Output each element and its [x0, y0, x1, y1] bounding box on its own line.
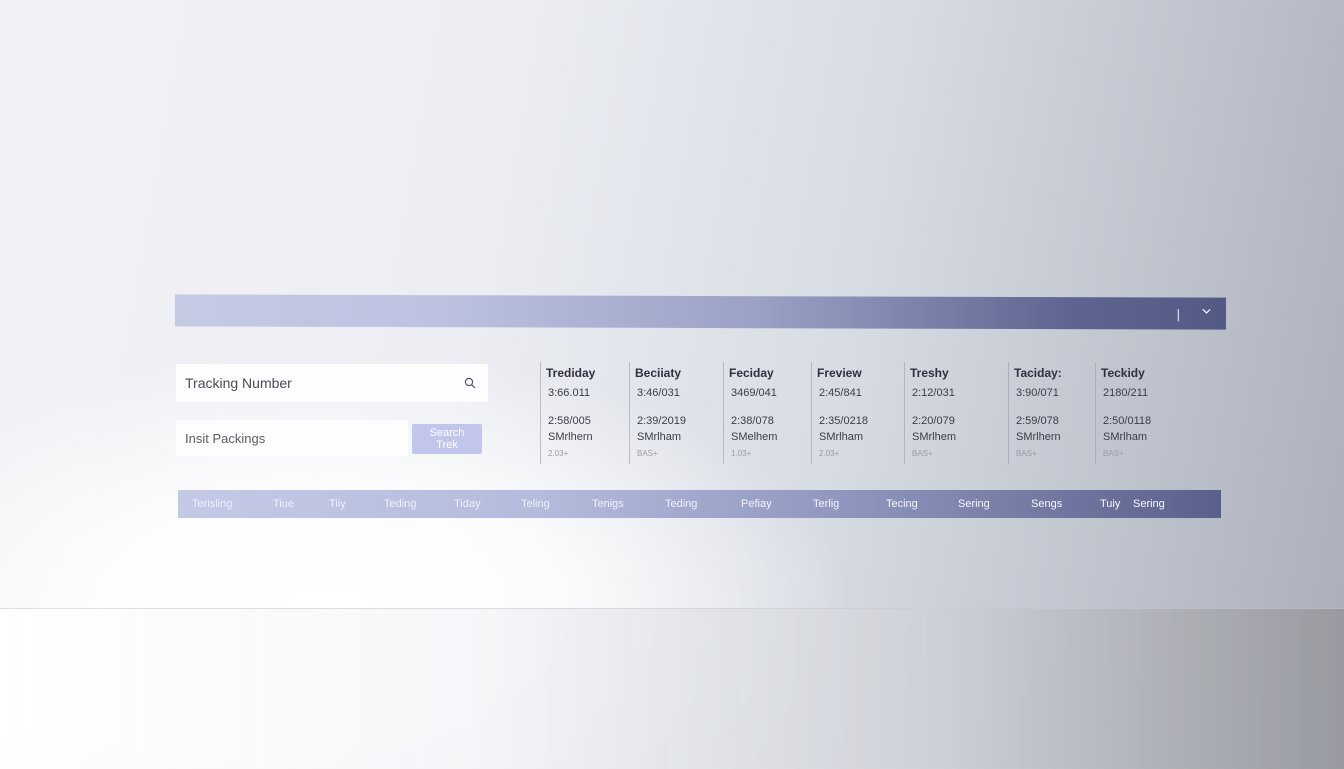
column-value: SMrlhem — [912, 431, 957, 443]
column-header: Treshy — [910, 366, 949, 380]
header-bar: | — [175, 294, 1226, 330]
packing-input[interactable]: Insit Packings — [176, 420, 408, 456]
column-value: 2:39/2019 — [637, 415, 686, 427]
column-header: Teckidy — [1101, 366, 1145, 380]
column-divider — [540, 362, 541, 464]
column-value: 2:20/079 — [912, 415, 955, 427]
tab-item[interactable]: Teding — [384, 498, 416, 510]
column-value: 3:66.011 — [548, 387, 591, 399]
column-header: Beciiaty — [635, 366, 682, 380]
column-header: Taciday: — [1014, 366, 1062, 380]
packing-input-label: Insit Packings — [185, 431, 266, 446]
tab-item[interactable]: Sering — [1133, 498, 1165, 510]
column-value: 3:46/031 — [637, 387, 680, 399]
tab-item[interactable]: Tuiy — [1100, 498, 1120, 510]
search-icon[interactable] — [464, 376, 476, 389]
tab-item[interactable]: Teding — [665, 498, 697, 510]
tab-bar: Terisling Tiue Tiiy Teding Tiday Teling … — [178, 490, 1221, 518]
tab-item[interactable]: Tiue — [273, 498, 294, 510]
tab-item[interactable]: Tenigs — [592, 498, 624, 510]
column-note: BAS+ — [637, 449, 658, 458]
column-value: 2180/211 — [1103, 387, 1149, 399]
tab-item[interactable]: Pefiay — [741, 498, 772, 510]
column-value: SMrlham — [819, 431, 864, 443]
column-header: Freview — [817, 366, 862, 380]
column-value: 3:90/071 — [1016, 387, 1059, 399]
column-divider — [1008, 362, 1009, 464]
column-value: SMrlham — [637, 431, 682, 443]
column-divider — [811, 362, 812, 464]
column-note: BAS+ — [1103, 449, 1124, 458]
column-divider — [904, 362, 905, 464]
column-value: SMrlham — [1103, 431, 1148, 443]
column-value: SMrlhern — [548, 431, 593, 443]
tab-item[interactable]: Sering — [958, 498, 990, 510]
column-note: 1.03+ — [731, 449, 752, 458]
tab-item[interactable]: Tiiy — [329, 498, 346, 510]
column-value: 2:50/0118 — [1103, 415, 1152, 427]
tab-item[interactable]: Tiday — [454, 498, 481, 510]
column-note: 2.03+ — [819, 449, 840, 458]
column-note: BAS+ — [912, 449, 933, 458]
tab-item[interactable]: Terlig — [813, 498, 839, 510]
header-separator: | — [1176, 306, 1180, 322]
column-value: SMelhem — [731, 431, 778, 443]
tab-item[interactable]: Teling — [521, 498, 550, 510]
column-note: 2.03+ — [548, 449, 569, 458]
search-input-label: Tracking Number — [185, 375, 292, 391]
column-divider — [629, 362, 630, 464]
column-value: 3469/041 — [731, 387, 777, 399]
column-header: Feciday — [729, 366, 774, 380]
chevron-down-icon[interactable] — [1201, 305, 1212, 320]
floor-surface — [0, 608, 1344, 769]
tracking-number-search[interactable]: Tracking Number — [176, 364, 488, 402]
column-divider — [1095, 362, 1096, 464]
column-value: 2:12/031 — [912, 387, 955, 399]
column-header: Trediday — [546, 366, 596, 380]
column-value: 2:38/078 — [731, 415, 774, 427]
search-button[interactable]: Search Trek — [412, 424, 482, 454]
column-value: 2:59/078 — [1016, 415, 1059, 427]
tab-item[interactable]: Sengs — [1031, 498, 1062, 510]
tab-item[interactable]: Tecing — [886, 498, 918, 510]
column-value: SMrlhern — [1016, 431, 1061, 443]
column-value: 2:45/841 — [819, 387, 862, 399]
column-divider — [723, 362, 724, 464]
column-value: 2:58/005 — [548, 415, 591, 427]
column-value: 2:35/0218 — [819, 415, 868, 427]
tab-item[interactable]: Terisling — [192, 498, 232, 510]
column-note: BAS+ — [1016, 449, 1037, 458]
